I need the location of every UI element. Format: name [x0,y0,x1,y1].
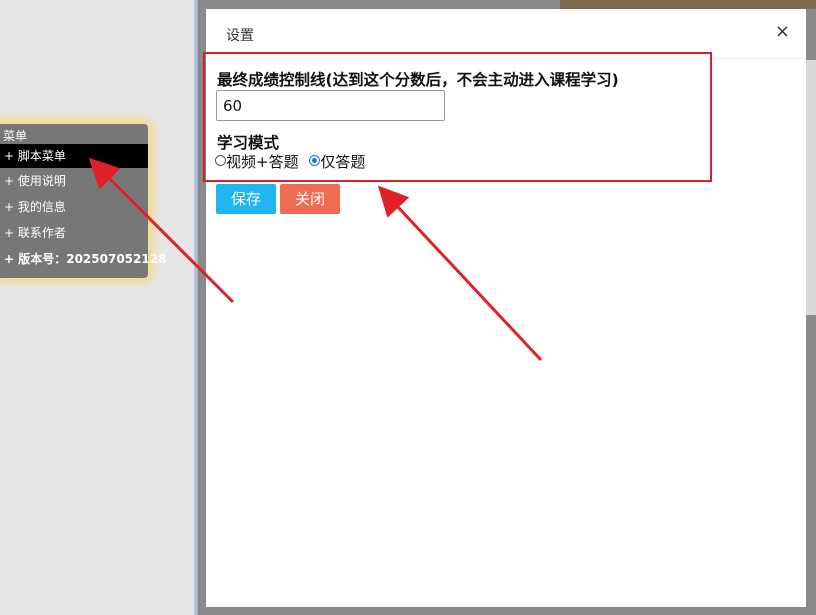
menu-item-script-menu[interactable]: + 脚本菜单 [0,144,148,168]
study-mode-label: 学习模式 [217,134,280,152]
script-menu-panel: 菜单 + 脚本菜单 + 使用说明 + 我的信息 + 联系作者 + 版本号：202… [0,124,166,278]
menu-item-usage[interactable]: + 使用说明 [0,168,148,194]
close-button[interactable]: 关闭 [280,184,340,214]
menu-item-my-info[interactable]: + 我的信息 [0,194,148,220]
menu-title: 菜单 [3,129,28,143]
dialog-header: 设置 × [206,9,806,59]
close-icon[interactable]: × [775,21,790,42]
study-mode-options: 视频+答题 仅答题 [215,151,365,172]
save-button[interactable]: 保存 [216,184,276,214]
radio-answer-only[interactable] [309,155,321,166]
settings-dialog: 设置 × 最终成绩控制线(达到这个分数后，不会主动进入课程学习) 学习模式 视频… [206,9,806,607]
menu-item-contact-author[interactable]: + 联系作者 [0,220,148,246]
radio-answer-only-label[interactable]: 仅答题 [320,153,365,171]
background-header-strip [560,0,816,9]
score-threshold-input[interactable] [216,90,445,121]
radio-video-answer-label[interactable]: 视频+答题 [226,153,299,171]
menu-item-version[interactable]: + 版本号：202507052128 [0,246,166,272]
score-threshold-label: 最终成绩控制线(达到这个分数后，不会主动进入课程学习) [217,71,619,89]
dialog-title: 设置 [226,28,254,44]
radio-video-answer[interactable] [215,155,226,166]
